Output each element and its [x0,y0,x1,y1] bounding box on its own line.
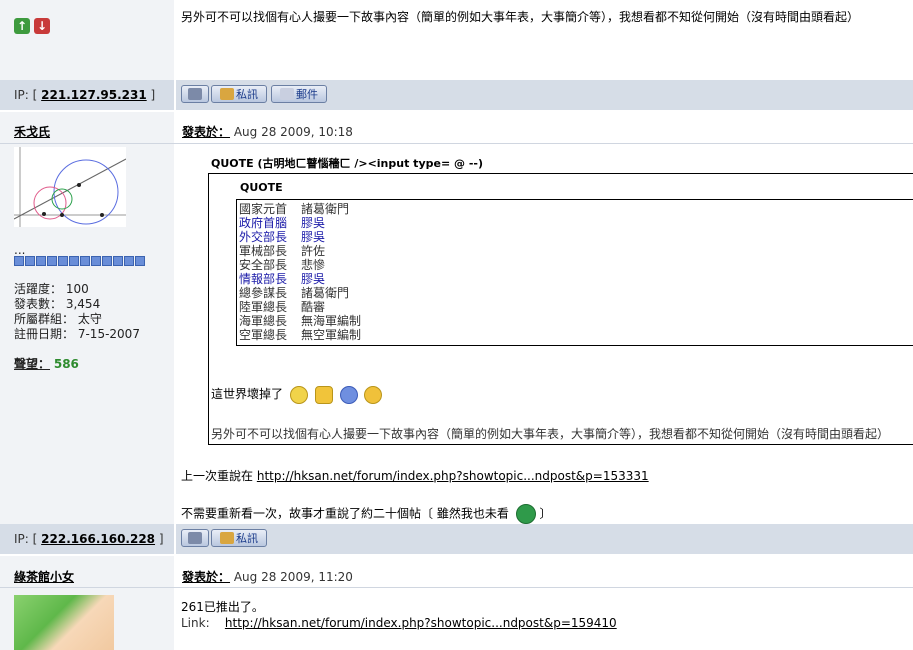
post2-footer-bar: IP: [ 222.166.160.228 ] 私訊 [0,524,913,554]
post1-footer-bar: IP: [ 221.127.95.231 ] 私訊 郵件 [0,80,913,110]
cabinet-row: 國家元首 諸葛衛門 [239,200,913,216]
post2-stats: 活躍度： 100 發表數： 3,454 所屬群組： 太守 註冊日期： 7-15-… [14,282,140,341]
cabinet-row: 海軍總長 無海軍編制 [239,312,913,328]
profile-button-2[interactable] [181,529,209,547]
arrow-up-icon[interactable]: ↑ [14,18,30,34]
last-retell-link[interactable]: http://hksan.net/forum/index.php?showtop… [257,469,649,483]
post1-ip-link[interactable]: 221.127.95.231 [41,88,147,102]
world-broken-line: 這世界壞掉了 [211,385,383,404]
cabinet-row: 陸軍總長 酷審 [239,298,913,314]
cabinet-row: 安全部長 悲慘 [239,256,913,272]
mail-icon [280,88,294,100]
quote-tail-text: 另外可不可以找個有心人撮要一下故事內容（簡單的例如大事年表，大事簡介等），我想看… [211,427,890,441]
post1-user-column [0,0,174,82]
post3-link[interactable]: http://hksan.net/forum/index.php?showtop… [225,616,617,630]
post2-rank-pips [14,256,145,266]
cabinet-row: 空軍總長 無空軍編制 [239,326,913,342]
profile-button[interactable] [181,85,209,103]
post2-date: Aug 28 2009, 10:18 [233,125,353,139]
post3-body: 261已推出了。 [181,600,264,614]
activity-value: 100 [65,282,89,296]
cabinet-row: 軍械部長 許佐 [239,242,913,258]
cabinet-row: 情報部長 膠吳 [239,270,913,286]
cabinet-row: 外交部長 膠吳 [239,228,913,244]
users-icon [220,88,234,100]
email-button[interactable]: 郵件 [271,85,327,103]
quote-outer-label: QUOTE (古明地ㄈ瞽惱穡ㄈ /><input type= @ --) [211,157,483,170]
post3-avatar [14,595,114,650]
post2-username[interactable]: 禾戈氏 [14,123,50,140]
posts-value: 3,454 [65,297,101,311]
quote-inner-label: QUOTE [240,181,283,194]
users-icon [220,532,234,544]
post2-avatar [14,147,126,227]
wave-icon [314,385,333,404]
pm-button[interactable]: 私訊 [211,85,267,103]
reg-value: 7-15-2007 [77,327,140,341]
profile-icon [188,532,202,544]
arrow-down-icon[interactable]: ↓ [34,18,50,34]
last-retell-line: 上一次重說在 http://hksan.net/forum/index.php?… [181,469,649,483]
post1-ip: IP: [ 221.127.95.231 ] [14,88,156,102]
no-reread-line: 不需要重新看一次，故事才重說了約二十個帖〔 雖然我也未看 〕 [181,504,552,524]
quote-inner-box: 國家元首 諸葛衛門 政府首腦 膠吳 外交部長 膠吳 軍械部長 許佐 安全部長 悲慘 情報部長 膠吳 總參… [236,199,913,346]
post3-posted: 發表於： Aug 28 2009, 11:20 [182,570,353,584]
reputation-value: 586 [53,357,79,371]
post2-posted: 發表於： Aug 28 2009, 10:18 [182,125,353,139]
post3-link-line: Link: http://hksan.net/forum/index.php?s… [181,616,617,630]
devil-icon [364,385,383,404]
post2-ip: IP: [ 222.166.160.228 ] [14,532,164,546]
pm-button-2[interactable]: 私訊 [211,529,267,547]
post1-text: 另外可不可以找個有心人撮要一下故事內容（簡單的例如大事年表，大事簡介等），我想看… [181,10,860,24]
cabinet-list: 國家元首 諸葛衛門 政府首腦 膠吳 外交部長 膠吳 軍械部長 許佐 安全部長 悲慘 情報部長 膠吳 總參… [237,200,913,342]
post2-reputation: 聲望： 586 [14,357,79,371]
post3-username[interactable]: 綠茶館小女 [14,568,74,585]
dizzy-icon [339,385,358,404]
cabinet-row: 總參謀長 諸葛衛門 [239,284,913,300]
profile-icon [188,88,202,100]
group-value: 太守 [77,312,102,326]
smile-icon [289,385,308,404]
cabinet-title: 空軍總長 [239,328,288,342]
grin-icon [515,504,536,524]
cabinet-name: 無空軍編制 [301,328,362,342]
post2-ip-link[interactable]: 222.166.160.228 [41,532,155,546]
cabinet-row: 政府首腦 膠吳 [239,214,913,230]
post3-date: Aug 28 2009, 11:20 [233,570,353,584]
